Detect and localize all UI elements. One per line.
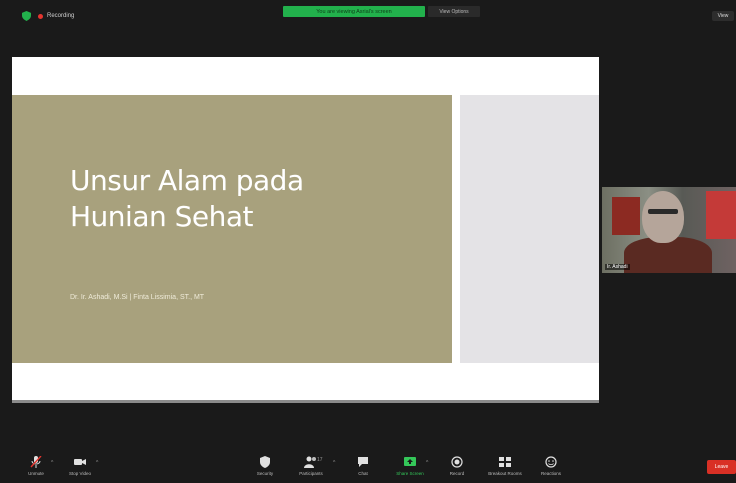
record-icon — [451, 456, 463, 468]
reactions-button[interactable]: Reactions — [531, 456, 571, 482]
video-camera-icon — [74, 459, 86, 465]
stop-video-button[interactable]: Stop Video — [60, 456, 100, 482]
reactions-label: Reactions — [540, 471, 561, 476]
view-button[interactable]: View — [712, 11, 734, 21]
record-label: Record — [449, 471, 465, 476]
video-person-head — [642, 191, 684, 243]
video-banner-right — [706, 191, 736, 239]
participant-video[interactable]: Ir. Ashadi — [602, 187, 736, 273]
share-screen-icon — [404, 457, 416, 466]
smiley-icon — [545, 456, 557, 468]
chevron-up-icon[interactable]: ^ — [51, 460, 53, 466]
participants-button[interactable]: Participants — [291, 456, 331, 482]
meeting-top-bar: Recording You are viewing Asrial's scree… — [0, 0, 736, 32]
breakout-rooms-icon — [499, 457, 511, 467]
slide-side-panel — [460, 95, 599, 363]
shared-screen: Unsur Alam pada Hunian Sehat Dr. Ir. Ash… — [12, 57, 599, 400]
screen-share-banner: You are viewing Asrial's screen — [283, 6, 425, 17]
leave-meeting-button[interactable]: Leave — [707, 460, 736, 474]
recording-label: Recording — [47, 13, 75, 19]
slide-subtitle: Dr. Ir. Ashadi, M.Si | Finta Lissimia, S… — [70, 294, 205, 301]
microphone-muted-icon — [30, 456, 42, 468]
security-label: Security — [256, 471, 274, 476]
chevron-up-icon[interactable]: ^ — [333, 460, 335, 466]
unmute-label: Unmute — [28, 471, 44, 476]
screen-bottom-edge — [12, 400, 599, 403]
video-banner-left — [612, 197, 640, 235]
video-person-glasses — [648, 209, 678, 214]
slide-title-line-1: Unsur Alam pada — [70, 164, 304, 197]
shield-icon — [260, 456, 270, 468]
participants-label: Participants — [299, 471, 323, 476]
participants-count: 17 — [317, 457, 323, 463]
chat-button[interactable]: Chat — [343, 456, 383, 482]
share-screen-label: Share Screen — [396, 471, 424, 476]
record-dot-icon — [38, 13, 43, 19]
slide-title: Unsur Alam pada Hunian Sehat — [70, 163, 304, 235]
chevron-up-icon[interactable]: ^ — [426, 460, 428, 466]
breakout-rooms-button[interactable]: Breakout Rooms — [485, 456, 525, 482]
recording-indicator: Recording — [38, 11, 74, 21]
chevron-up-icon[interactable]: ^ — [96, 460, 98, 466]
share-screen-button[interactable]: Share Screen — [390, 456, 430, 482]
record-button[interactable]: Record — [437, 456, 477, 482]
slide-title-line-2: Hunian Sehat — [70, 200, 254, 233]
meeting-toolbar: Unmute ^ Stop Video ^ Security Participa… — [0, 452, 736, 483]
chat-label: Chat — [358, 471, 368, 476]
shield-icon[interactable] — [22, 11, 31, 21]
participant-name-label: Ir. Ashadi — [605, 264, 630, 270]
security-button[interactable]: Security — [245, 456, 285, 482]
breakout-rooms-label: Breakout Rooms — [488, 471, 522, 476]
chat-bubble-icon — [358, 457, 368, 467]
stop-video-label: Stop Video — [69, 471, 91, 476]
unmute-button[interactable]: Unmute — [16, 456, 56, 482]
view-options-button[interactable]: View Options — [428, 6, 480, 17]
participants-icon — [304, 456, 316, 468]
